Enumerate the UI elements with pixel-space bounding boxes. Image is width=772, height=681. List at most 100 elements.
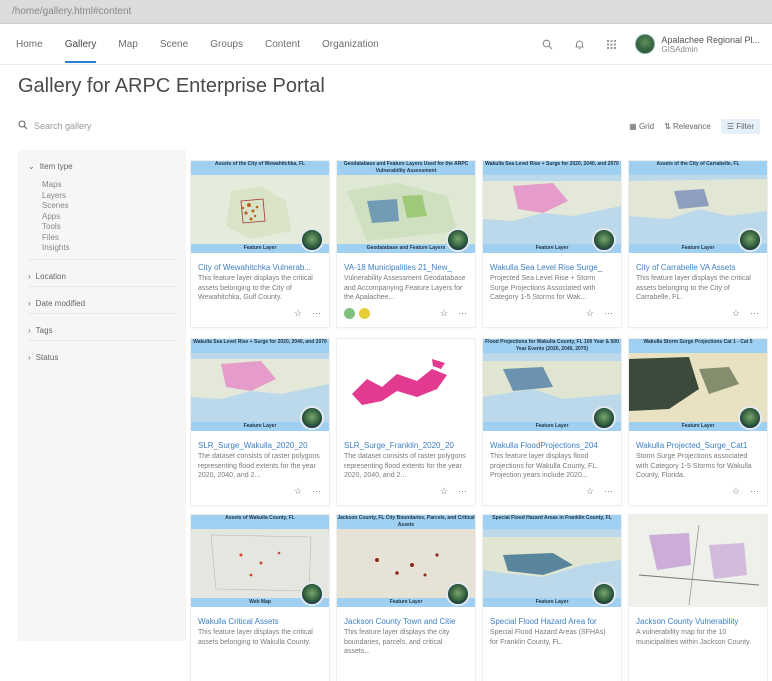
card-title[interactable]: Special Flood Hazard Area for [490, 617, 614, 626]
card-description: This feature layer displays the critical… [636, 275, 751, 301]
card-thumbnail[interactable]: Wakulla Storm Surge Projections Cat 1 - … [629, 339, 767, 431]
more-options-icon[interactable]: ··· [458, 308, 467, 319]
card-description: This feature layer displays flood projec… [490, 453, 599, 479]
grid-view-button[interactable]: ▦ Grid [629, 122, 654, 131]
chevron-right-icon: › [28, 298, 31, 308]
facet-date-modified-header[interactable]: › Date modified [28, 299, 176, 308]
facet-option-files[interactable]: Files [42, 233, 176, 244]
facet-option-insights[interactable]: Insights [42, 243, 176, 254]
more-options-icon[interactable]: ··· [750, 486, 759, 497]
facet-location-header[interactable]: › Location [28, 272, 176, 281]
user-name: Apalachee Regional Pl... [661, 34, 760, 45]
gallery-card[interactable]: Jackson County Vulnerability A vulnerabi… [629, 515, 767, 681]
facet-option-apps[interactable]: Apps [42, 212, 176, 223]
bell-icon[interactable] [571, 36, 587, 52]
nav-home[interactable]: Home [16, 26, 43, 63]
arpc-seal-logo [738, 406, 762, 430]
gallery-card[interactable]: Wakulla Storm Surge Projections Cat 1 - … [629, 339, 767, 505]
gallery-card[interactable]: Special Flood Hazard Areas in Franklin C… [483, 515, 621, 681]
card-badges [344, 308, 370, 319]
nav-scene[interactable]: Scene [160, 26, 188, 63]
card-title[interactable]: City of Wewahitchka Vulnerab... [198, 263, 322, 272]
facet-item-type-header[interactable]: ⌄ Item type [28, 162, 176, 171]
card-thumbnail[interactable]: Geodatabase and Feature Layers Used for … [337, 161, 475, 253]
star-icon[interactable]: ☆ [732, 486, 740, 497]
nav-groups[interactable]: Groups [210, 26, 243, 63]
grid-icon: ▦ [629, 121, 637, 131]
card-thumbnail[interactable]: Special Flood Hazard Areas in Franklin C… [483, 515, 621, 607]
gallery-card[interactable]: Wakulla Sea Level Rise + Surge for 2020,… [483, 161, 621, 327]
gallery-card[interactable]: Wakulla Sea Level Rise + Surge for 2020,… [191, 339, 329, 505]
card-thumbnail[interactable]: Flood Projections for Wakulla County, FL… [483, 339, 621, 431]
more-options-icon[interactable]: ··· [750, 308, 759, 319]
card-title[interactable]: VA-18 Municipalities 21_New_ [344, 263, 468, 272]
star-icon[interactable]: ☆ [294, 486, 302, 497]
facet-tags-header[interactable]: › Tags [28, 326, 176, 335]
nav-gallery[interactable]: Gallery [64, 26, 97, 63]
chevron-right-icon: › [28, 325, 31, 335]
star-icon[interactable]: ☆ [732, 308, 740, 319]
card-title[interactable]: Jackson County Vulnerability [636, 617, 760, 626]
facet-option-layers[interactable]: Layers [42, 191, 176, 202]
star-icon[interactable]: ☆ [440, 486, 448, 497]
filter-button[interactable]: ☰ Filter [720, 118, 760, 134]
filter-icon: ☰ [726, 121, 734, 131]
card-title[interactable]: Jackson County Town and Citie [344, 617, 468, 626]
nav-content[interactable]: Content [265, 26, 300, 63]
star-icon[interactable]: ☆ [586, 308, 594, 319]
card-thumbnail[interactable]: Wakulla Sea Level Rise + Surge for 2020,… [483, 161, 621, 253]
more-options-icon[interactable]: ··· [458, 486, 467, 497]
search-icon[interactable] [539, 36, 555, 52]
gallery-card[interactable]: Jackson County, FL City Boundaries, Parc… [337, 515, 475, 681]
star-icon[interactable]: ☆ [586, 486, 594, 497]
gallery-card[interactable]: Geodatabase and Feature Layers Used for … [337, 161, 475, 327]
gallery-card[interactable]: SLR_Surge_Franklin_2020_20 The dataset c… [337, 339, 475, 505]
browser-url-bar[interactable]: /home/gallery.html#content [0, 0, 772, 24]
sort-button[interactable]: ⇅ Relevance [664, 122, 711, 131]
card-thumbnail[interactable]: Assets of Wakulla County, FL Web Map [191, 515, 329, 607]
gallery-card[interactable]: Assets of the City of Carrabelle, FL Fea… [629, 161, 767, 327]
arpc-seal-logo [300, 582, 324, 606]
card-title[interactable]: Wakulla Projected_Surge_Cat1 [636, 441, 760, 450]
facet-status-header[interactable]: › Status [28, 353, 176, 362]
card-thumbnail[interactable]: Wakulla Sea Level Rise + Surge for 2020,… [191, 339, 329, 431]
chevron-down-icon: ⌄ [28, 162, 35, 171]
card-description: This feature layer displays the critical… [198, 275, 313, 301]
more-options-icon[interactable]: ··· [604, 308, 613, 319]
facet-option-scenes[interactable]: Scenes [42, 201, 176, 212]
card-title[interactable]: City of Carrabelle VA Assets [636, 263, 760, 272]
facet-label: Item type [39, 162, 73, 171]
grid-view-label: Grid [638, 121, 655, 131]
gallery-card[interactable]: Flood Projections for Wakulla County, FL… [483, 339, 621, 505]
facet-option-maps[interactable]: Maps [42, 180, 176, 191]
more-options-icon[interactable]: ··· [604, 486, 613, 497]
nav-map[interactable]: Map [118, 26, 137, 63]
nav-organization[interactable]: Organization [322, 26, 379, 63]
apps-grid-icon[interactable] [603, 36, 619, 52]
star-icon[interactable]: ☆ [440, 308, 448, 319]
gallery-card[interactable]: Assets of the City of Wewahitchka, FL Fe… [191, 161, 329, 327]
card-thumbnail[interactable]: Assets of the City of Carrabelle, FL Fea… [629, 161, 767, 253]
card-title[interactable]: SLR_Surge_Franklin_2020_20 [344, 441, 468, 450]
card-title[interactable]: Wakulla FloodProjections_204 [490, 441, 614, 450]
star-icon[interactable]: ☆ [294, 308, 302, 319]
card-thumbnail[interactable]: Assets of the City of Wewahitchka, FL Fe… [191, 161, 329, 253]
facet-label: Tags [35, 325, 53, 335]
top-navigation: Home Gallery Map Scene Groups Content Or… [0, 24, 772, 65]
map-thumbnail [337, 339, 475, 431]
user-menu[interactable]: Apalachee Regional Pl... GISAdmin [635, 34, 760, 54]
more-options-icon[interactable]: ··· [312, 308, 321, 319]
gallery-card[interactable]: Assets of Wakulla County, FL Web Map Wak… [191, 515, 329, 681]
facet-option-tools[interactable]: Tools [42, 222, 176, 233]
card-thumbnail[interactable]: Jackson County, FL City Boundaries, Parc… [337, 515, 475, 607]
card-title[interactable]: Wakulla Sea Level Rise Surge_ [490, 263, 614, 272]
search-input[interactable]: Search gallery [34, 121, 92, 131]
more-options-icon[interactable]: ··· [312, 486, 321, 497]
chevron-right-icon: › [28, 352, 31, 362]
card-banner: Wakulla Sea Level Rise + Surge for 2020,… [191, 339, 329, 353]
card-title[interactable]: Wakulla Critical Assets [198, 617, 322, 626]
card-thumbnail[interactable] [337, 339, 475, 431]
card-title[interactable]: SLR_Surge_Wakulla_2020_20 [198, 441, 322, 450]
card-thumbnail[interactable] [629, 515, 767, 607]
card-actions: ☆ ··· [586, 308, 613, 319]
